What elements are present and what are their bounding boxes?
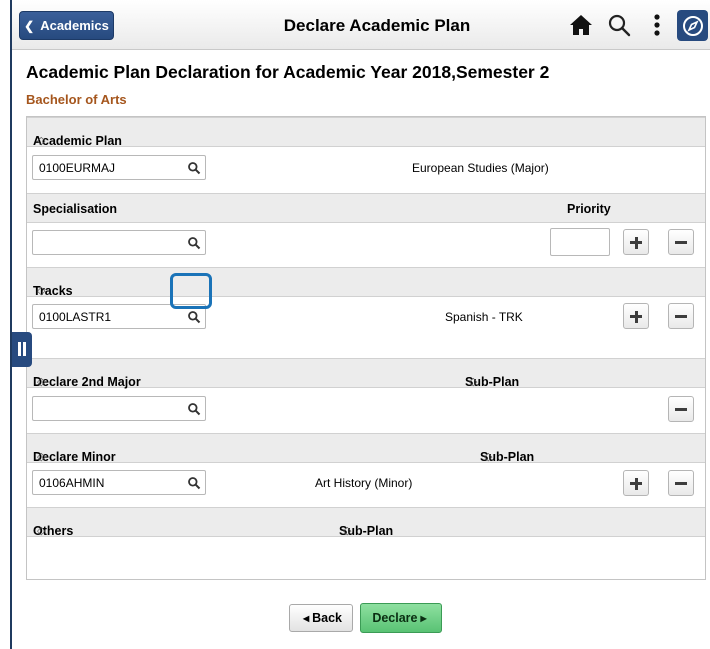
left-triangle-icon: ◀	[302, 613, 310, 623]
home-icon[interactable]	[566, 10, 596, 40]
specialisation-header-label: Specialisation	[33, 202, 118, 216]
back-button-text: Back	[312, 611, 343, 625]
remove-specialisation-button[interactable]	[668, 229, 694, 255]
sort-icon: ◇	[37, 376, 46, 388]
priority-header-label: Priority	[567, 202, 611, 216]
declare-button[interactable]: Declare ▶	[360, 603, 442, 633]
side-panel-toggle[interactable]	[12, 332, 32, 367]
program-label: Bachelor of Arts	[26, 92, 127, 107]
minor-header[interactable]: Declare Minor ◇ Sub-Plan ◇	[27, 433, 705, 464]
back-button-label: Academics	[40, 18, 109, 33]
second-major-header-label: Declare 2nd Major	[33, 375, 141, 389]
lookup-icon[interactable]	[187, 236, 201, 250]
tracks-description: Spanish - TRK	[445, 310, 523, 324]
tracks-value: 0100LASTR1	[39, 310, 112, 324]
minor-description: Art History (Minor)	[315, 476, 413, 490]
specialisation-header: Specialisation Priority	[27, 193, 705, 223]
plan-grid: Academic Plan ◇ 0100EURMAJ European Studi…	[26, 116, 706, 580]
lookup-highlight	[170, 273, 212, 309]
sort-icon: ◇	[37, 525, 46, 537]
academic-plan-header-label: Academic Plan	[33, 134, 122, 148]
chevron-left-icon: ❮	[24, 18, 35, 33]
page-header-title: Declare Academic Plan	[283, 16, 471, 35]
second-major-input[interactable]	[32, 396, 206, 421]
back-button[interactable]: ◀ Back	[289, 604, 353, 632]
sort-icon: ◇	[37, 135, 46, 147]
second-major-header[interactable]: Declare 2nd Major ◇ Sub-Plan ◇	[27, 358, 705, 389]
header-bar: ❮ Academics Declare Academic Plan	[12, 0, 710, 50]
sort-icon: ◇	[469, 376, 478, 388]
specialisation-input[interactable]	[32, 230, 206, 255]
academic-plan-input[interactable]: 0100EURMAJ	[32, 155, 206, 180]
tracks-header[interactable]: Tracks ◇	[27, 267, 705, 298]
navbar-button[interactable]	[677, 10, 708, 41]
lookup-icon[interactable]	[187, 402, 201, 416]
add-track-button[interactable]	[623, 303, 649, 329]
declare-button-text: Declare	[372, 611, 418, 625]
remove-minor-button[interactable]	[668, 470, 694, 496]
sort-icon: ◇	[343, 525, 352, 537]
academics-back-button[interactable]: ❮ Academics	[19, 11, 114, 40]
minor-value: 0106AHMIN	[39, 476, 105, 490]
lookup-icon[interactable]	[187, 476, 201, 490]
sort-icon: ◇	[484, 451, 493, 463]
sort-icon: ◇	[37, 285, 46, 297]
add-specialisation-button[interactable]	[623, 229, 649, 255]
more-icon[interactable]	[642, 10, 672, 40]
compass-icon	[682, 15, 703, 36]
academic-plan-value: 0100EURMAJ	[39, 161, 116, 175]
add-minor-button[interactable]	[623, 470, 649, 496]
right-triangle-icon: ▶	[420, 613, 427, 623]
minor-input[interactable]: 0106AHMIN	[32, 470, 206, 495]
lookup-icon[interactable]	[187, 161, 201, 175]
search-icon[interactable]	[604, 10, 634, 40]
others-header[interactable]: Others ◇ Sub-Plan ◇	[27, 507, 705, 538]
page-title: Academic Plan Declaration for Academic Y…	[26, 62, 550, 82]
lookup-icon[interactable]	[187, 310, 201, 324]
priority-input[interactable]	[550, 228, 610, 256]
app-frame: ❮ Academics Declare Academic Plan Academ…	[10, 0, 710, 649]
academic-plan-description: European Studies (Major)	[412, 161, 549, 175]
remove-second-major-button[interactable]	[668, 396, 694, 422]
academic-plan-header[interactable]: Academic Plan ◇	[27, 117, 705, 148]
sort-icon: ◇	[37, 451, 46, 463]
remove-track-button[interactable]	[668, 303, 694, 329]
